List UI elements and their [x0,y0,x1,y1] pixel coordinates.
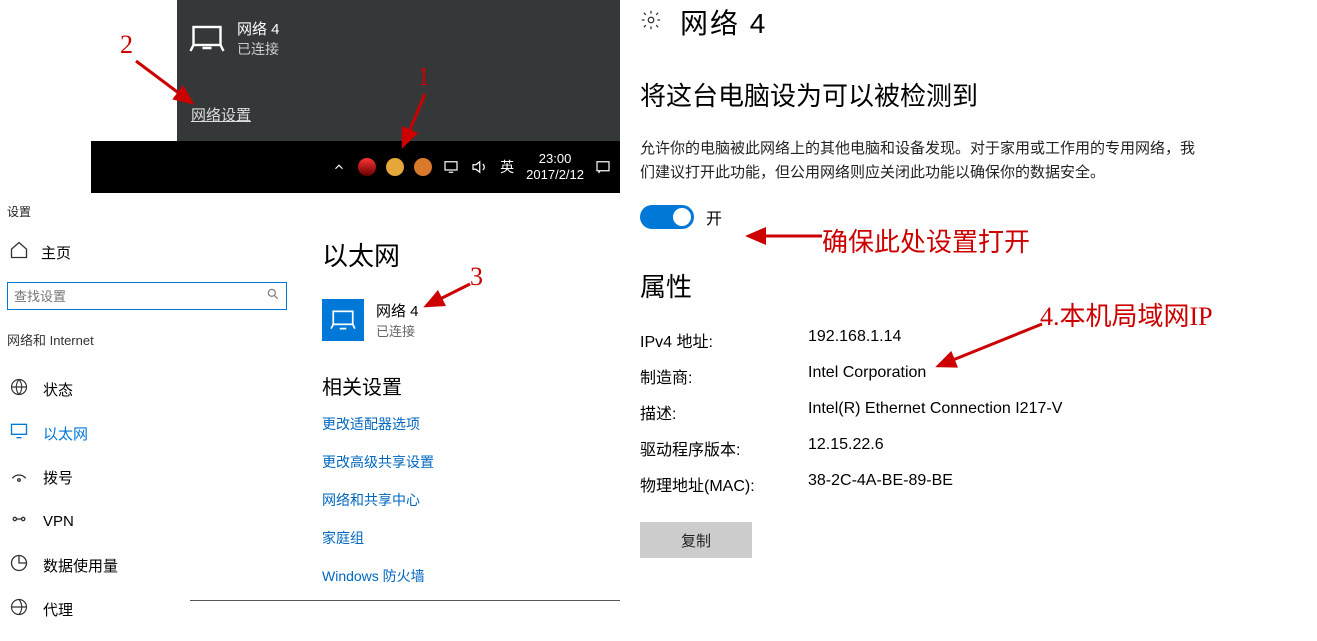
vpn-icon [9,509,29,533]
nav-status-label: 状态 [43,379,73,400]
network-settings-link[interactable]: 网络设置 [191,104,251,125]
discover-description: 允许你的电脑被此网络上的其他电脑和设备发现。对于家用或工作用的专用网络，我们建议… [640,137,1200,185]
related-settings-heading: 相关设置 [322,371,592,400]
globe-icon [9,377,29,401]
data-usage-icon [9,553,29,577]
taskbar-clock[interactable]: 23:00 2017/2/12 [526,151,584,182]
proxy-icon [9,597,29,621]
nav-proxy-label: 代理 [43,599,73,620]
monitor-icon [9,421,29,445]
prop-row-ipv4: IPv4 地址: 192.168.1.14 [640,328,1290,352]
nav-ethernet-label: 以太网 [43,423,88,444]
network-title: 网络 4 [680,2,767,42]
tray-app-icon-1[interactable] [358,158,376,176]
link-adapter-options[interactable]: 更改适配器选项 [322,414,592,434]
properties-heading: 属性 [640,267,1290,304]
taskbar: 英 23:00 2017/2/12 [91,141,620,193]
link-advanced-sharing[interactable]: 更改高级共享设置 [322,452,592,472]
volume-icon[interactable] [470,158,488,176]
ethernet-item-status: 已连接 [376,321,419,340]
copy-button[interactable]: 复制 [640,522,752,558]
ime-indicator[interactable]: 英 [498,158,516,176]
annotation-2: 2 [120,30,133,60]
action-center-icon[interactable] [594,158,612,176]
prop-driver-label: 驱动程序版本: [640,436,808,460]
nav-data-usage-label: 数据使用量 [43,555,118,576]
nav-ethernet[interactable]: 以太网 [7,411,292,455]
tray-app-icon-2[interactable] [386,158,404,176]
prop-desc-value: Intel(R) Ethernet Connection I217-V [808,400,1062,424]
search-box[interactable] [7,282,287,310]
prop-vendor-label: 制造商: [640,364,808,388]
link-network-center[interactable]: 网络和共享中心 [322,490,592,510]
monitor-network-icon [189,21,225,57]
network-tray-icon[interactable] [442,158,460,176]
nav-dialup-label: 拨号 [43,467,73,488]
clock-time: 23:00 [526,151,584,167]
search-input[interactable] [14,289,266,304]
prop-driver-value: 12.15.22.6 [808,436,884,460]
category-heading: 网络和 Internet [7,330,292,349]
link-firewall[interactable]: Windows 防火墙 [322,566,592,586]
page-title: 以太网 [322,236,592,273]
ethernet-item-name: 网络 4 [376,300,419,321]
tray-app-icon-3[interactable] [414,158,432,176]
dialup-icon [9,465,29,489]
nav-proxy[interactable]: 代理 [7,587,292,631]
discover-toggle[interactable] [640,205,694,229]
gear-icon [640,9,662,36]
home-icon [9,240,29,264]
prop-vendor-value: Intel Corporation [808,364,926,388]
home-nav[interactable]: 主页 [7,240,292,264]
nav-status[interactable]: 状态 [7,367,292,411]
ethernet-item-icon [322,299,364,341]
prop-mac-label: 物理地址(MAC): [640,472,808,496]
discover-heading: 将这台电脑设为可以被检测到 [640,76,1290,113]
settings-left-panel: 主页 网络和 Internet 状态 以太网 拨号 VPN 数据使用量 代理 [7,240,292,631]
prop-row-driver: 驱动程序版本: 12.15.22.6 [640,436,1290,460]
clock-date: 2017/2/12 [526,167,584,183]
network-flyout: 网络 4 已连接 网络设置 [177,0,620,141]
prop-row-desc: 描述: Intel(R) Ethernet Connection I217-V [640,400,1290,424]
prop-mac-value: 38-2C-4A-BE-89-BE [808,472,953,496]
prop-ipv4-value: 192.168.1.14 [808,328,901,352]
flyout-network-item[interactable]: 网络 4 已连接 [189,18,280,59]
flyout-network-name: 网络 4 [237,18,280,39]
home-label: 主页 [41,242,71,263]
nav-vpn[interactable]: VPN [7,499,292,543]
chevron-up-icon[interactable] [330,158,348,176]
prop-ipv4-label: IPv4 地址: [640,328,808,352]
link-homegroup[interactable]: 家庭组 [322,528,592,548]
nav-dialup[interactable]: 拨号 [7,455,292,499]
prop-row-vendor: 制造商: Intel Corporation [640,364,1290,388]
toggle-label: 开 [706,205,722,229]
prop-row-mac: 物理地址(MAC): 38-2C-4A-BE-89-BE [640,472,1290,496]
nav-data-usage[interactable]: 数据使用量 [7,543,292,587]
nav-vpn-label: VPN [43,513,74,530]
prop-desc-label: 描述: [640,400,808,424]
search-icon [266,287,280,306]
ethernet-page: 以太网 网络 4 已连接 相关设置 更改适配器选项 更改高级共享设置 网络和共享… [322,236,592,604]
network-detail-page: 网络 4 将这台电脑设为可以被检测到 允许你的电脑被此网络上的其他电脑和设备发现… [640,2,1290,558]
settings-window-title: 设置 [7,203,31,220]
flyout-network-status: 已连接 [237,39,280,59]
ethernet-network-item[interactable]: 网络 4 已连接 [322,299,592,341]
